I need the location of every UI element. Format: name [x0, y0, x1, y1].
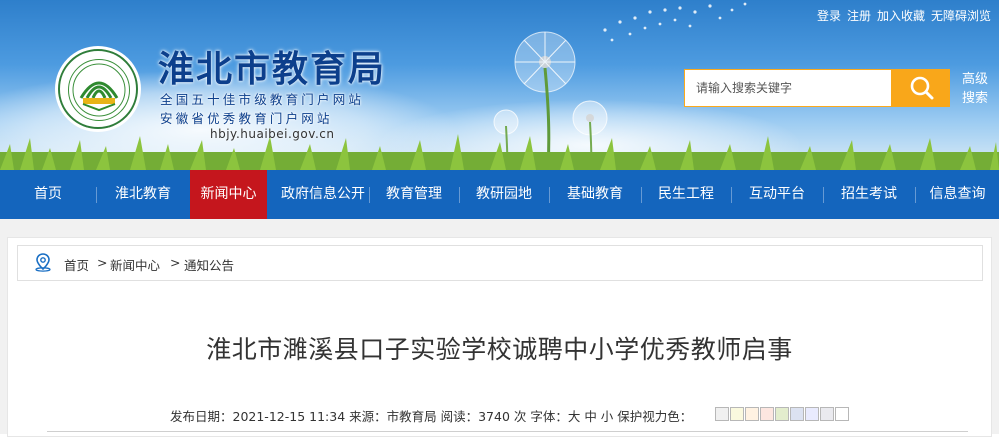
logo-emblem-icon	[68, 59, 130, 121]
main-nav: 首页 淮北教育 新闻中心 政府信息公开 教育管理 教研园地 基础教育 民生工程 …	[0, 170, 999, 219]
eye-color-swatch[interactable]	[760, 407, 774, 421]
site-url: hbjy.huaibei.gov.cn	[210, 127, 335, 141]
meta-divider	[47, 431, 968, 432]
article-meta: 发布日期：2021-12-15 11:34 来源：市教育局 阅读：3740 次 …	[170, 409, 693, 424]
eye-color-swatch[interactable]	[775, 407, 789, 421]
site-title: 淮北市教育局	[158, 48, 387, 90]
site-tagline-2: 安徽省优秀教育门户网站	[160, 111, 333, 126]
magnifier-icon	[910, 76, 934, 100]
eye-color-swatch[interactable]	[715, 407, 729, 421]
search-button[interactable]	[891, 69, 950, 107]
header-banner: 淮北市教育局 全国五十佳市级教育门户网站 安徽省优秀教育门户网站 hbjy.hu…	[0, 0, 999, 170]
eye-color-swatch[interactable]	[790, 407, 804, 421]
breadcrumb	[17, 245, 983, 281]
site-tagline-1: 全国五十佳市级教育门户网站	[160, 92, 365, 107]
nav-item-info-query[interactable]: 信息查询	[916, 170, 999, 219]
breadcrumb-notices[interactable]: 通知公告	[184, 255, 234, 274]
map-pin-icon	[35, 253, 51, 272]
nav-item-interaction[interactable]: 互动平台	[732, 170, 822, 219]
eye-color-swatch[interactable]	[745, 407, 759, 421]
education-bureau-logo[interactable]	[58, 49, 138, 129]
eye-color-swatch[interactable]	[820, 407, 834, 421]
grass-decoration	[0, 134, 999, 170]
register-link[interactable]: 注册	[847, 9, 871, 23]
article-title: 淮北市濉溪县口子实验学校诚聘中小学优秀教师启事	[206, 335, 793, 364]
breadcrumb-separator: >	[97, 255, 108, 270]
nav-item-news-center[interactable]: 新闻中心	[190, 170, 267, 219]
eye-color-swatch[interactable]	[730, 407, 744, 421]
nav-item-home[interactable]: 首页	[0, 170, 96, 219]
nav-item-basic-education[interactable]: 基础教育	[550, 170, 640, 219]
nav-item-huaibei-education[interactable]: 淮北教育	[97, 170, 189, 219]
eye-color-swatch[interactable]	[835, 407, 849, 421]
add-favorite-link[interactable]: 加入收藏	[877, 9, 925, 23]
login-link[interactable]: 登录	[817, 9, 841, 23]
nav-item-teaching-research[interactable]: 教研园地	[460, 170, 548, 219]
breadcrumb-separator: >	[170, 255, 181, 270]
nav-item-livelihood[interactable]: 民生工程	[642, 170, 730, 219]
accessibility-link[interactable]: 无障碍浏览	[931, 9, 991, 23]
nav-item-admissions[interactable]: 招生考试	[824, 170, 914, 219]
breadcrumb-home[interactable]: 首页	[64, 255, 89, 274]
search-input[interactable]	[685, 70, 890, 106]
eye-color-swatch[interactable]	[805, 407, 819, 421]
breadcrumb-news-center[interactable]: 新闻中心	[110, 255, 160, 274]
nav-item-education-management[interactable]: 教育管理	[370, 170, 458, 219]
nav-item-government-info[interactable]: 政府信息公开	[268, 170, 378, 219]
advanced-search-link[interactable]: 高级搜索	[962, 70, 996, 108]
top-links: 登录 注册 加入收藏 无障碍浏览	[811, 7, 991, 24]
search-box	[684, 69, 950, 107]
